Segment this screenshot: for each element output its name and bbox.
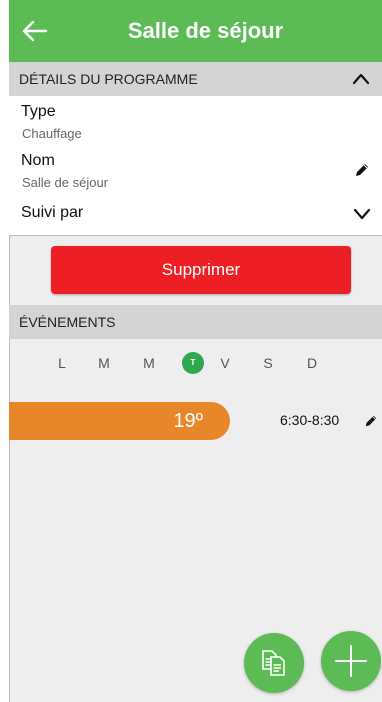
weekday-selector: L M M T V S D: [9, 352, 382, 376]
day-tuesday[interactable]: M: [93, 352, 115, 374]
day-saturday[interactable]: S: [257, 352, 279, 374]
day-wednesday[interactable]: M: [138, 352, 160, 374]
program-details-header[interactable]: DÉTAILS DU PROGRAMME: [9, 62, 382, 96]
day-thursday[interactable]: T: [182, 352, 204, 374]
program-details-card: Type Chauffage Nom Salle de séjour Suivi…: [9, 96, 382, 236]
delete-button[interactable]: Supprimer: [51, 246, 351, 294]
page-title: Salle de séjour: [127, 18, 284, 43]
event-time: 6:30-8:30: [280, 412, 340, 428]
pencil-icon[interactable]: [354, 162, 370, 178]
program-details-title: DÉTAILS DU PROGRAMME: [19, 71, 198, 87]
followed-by-label[interactable]: Suivi par: [21, 204, 83, 222]
event-temperature-bar[interactable]: 19º: [9, 402, 230, 440]
day-friday[interactable]: V: [214, 352, 236, 374]
events-title: ÉVÉNEMENTS: [19, 314, 116, 330]
type-label: Type: [21, 103, 56, 120]
chevron-down-icon[interactable]: [352, 207, 372, 221]
arrow-left-icon[interactable]: [21, 17, 49, 45]
event-edit-pencil-icon[interactable]: [364, 414, 378, 428]
day-sunday[interactable]: D: [301, 352, 323, 374]
app-header: Salle de séjour: [9, 0, 382, 62]
copy-icon: [262, 650, 285, 676]
name-label: Nom: [21, 152, 55, 169]
chevron-up-icon[interactable]: [352, 70, 370, 88]
events-header: ÉVÉNEMENTS: [9, 305, 382, 339]
copy-button[interactable]: [244, 633, 304, 693]
add-event-button[interactable]: [321, 631, 381, 691]
type-value: Chauffage: [22, 126, 82, 141]
plus-icon: [335, 645, 367, 677]
name-value: Salle de séjour: [22, 175, 108, 190]
day-monday[interactable]: L: [51, 352, 73, 374]
